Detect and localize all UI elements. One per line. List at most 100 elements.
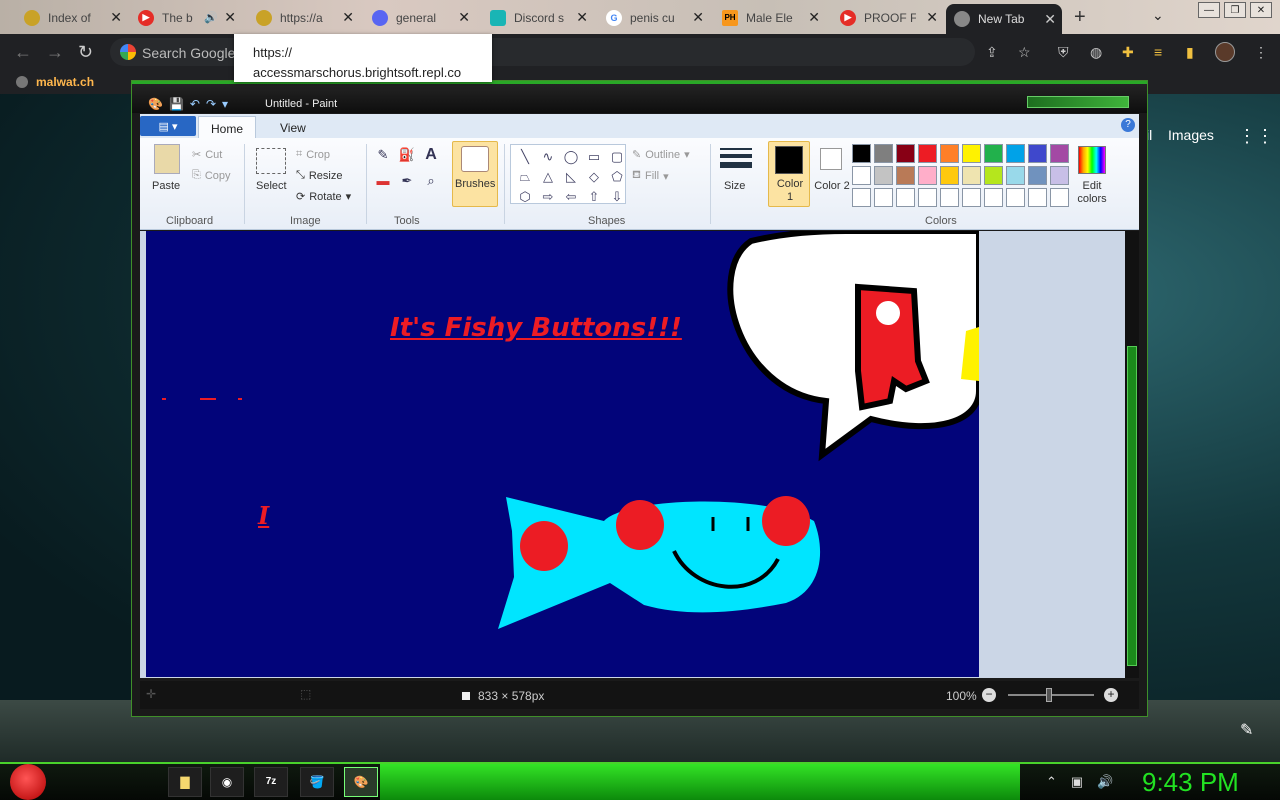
palette-swatch[interactable] (940, 166, 959, 185)
customize-pencil-icon[interactable]: ✎ (1240, 720, 1253, 740)
copy-button[interactable]: ⎘ Copy (192, 169, 231, 182)
diamond-shape-icon[interactable]: ◇ (584, 167, 604, 186)
palette-swatch[interactable] (896, 188, 915, 207)
paint-app-icon[interactable]: 🎨 (148, 97, 163, 111)
line-shape-icon[interactable]: ╲ (515, 147, 535, 166)
rotate-button[interactable]: ⟳ Rotate ▾ (296, 190, 351, 204)
text-tool-icon[interactable]: A (422, 146, 440, 164)
extension-flag-icon[interactable]: ◍ (1090, 44, 1102, 61)
bookmark-malwatch[interactable]: malwat.ch (16, 75, 94, 89)
close-icon[interactable]: ✕ (110, 9, 122, 26)
left-arrow-shape-icon[interactable]: ⇦ (561, 187, 581, 206)
palette-swatch[interactable] (1050, 166, 1069, 185)
palette-swatch[interactable] (896, 166, 915, 185)
close-icon[interactable]: ✕ (1044, 11, 1056, 28)
tab-youtube-1[interactable]: ▶ The b 🔊 ✕ (130, 4, 242, 31)
chrome-taskbar-icon[interactable]: ◉ (210, 767, 244, 797)
palette-swatch[interactable] (962, 144, 981, 163)
up-arrow-shape-icon[interactable]: ⇧ (584, 187, 604, 206)
color2-label[interactable]: Color 2 (812, 180, 852, 193)
palette-swatch[interactable] (874, 144, 893, 163)
tab-view[interactable]: View (268, 116, 318, 138)
magnifier-icon[interactable]: ⌕ (422, 172, 440, 190)
images-link[interactable]: Images (1168, 127, 1214, 143)
close-icon[interactable]: ✕ (342, 9, 354, 26)
tab-discord-general[interactable]: general ✕ (364, 4, 476, 31)
close-icon[interactable]: ✕ (692, 9, 704, 26)
tab-youtube-2[interactable]: ▶ PROOF F ✕ (832, 4, 944, 31)
speaker-icon[interactable]: 🔊 (204, 11, 218, 24)
forward-icon[interactable]: → (46, 42, 64, 63)
palette-swatch[interactable] (984, 144, 1003, 163)
paste-icon[interactable] (154, 144, 180, 174)
palette-swatch[interactable] (962, 188, 981, 207)
tray-expand-icon[interactable]: ⌃ (1046, 774, 1057, 790)
right-triangle-shape-icon[interactable]: ◺ (561, 167, 581, 186)
palette-swatch[interactable] (874, 166, 893, 185)
close-icon[interactable]: ✕ (224, 9, 236, 26)
palette-swatch[interactable] (984, 188, 1003, 207)
rectangle-shape-icon[interactable]: ▭ (584, 147, 604, 166)
file-explorer-icon[interactable]: ▇ (168, 767, 202, 797)
sidebar-icon[interactable]: ▮ (1186, 44, 1194, 61)
start-button-angry-bird-icon[interactable] (10, 764, 46, 800)
down-arrow-shape-icon[interactable]: ⇩ (607, 187, 627, 206)
back-icon[interactable]: ← (14, 42, 32, 63)
vertical-scrollbar[interactable] (1125, 231, 1139, 678)
file-menu-button[interactable]: ▤ ▾ (140, 116, 196, 136)
palette-swatch[interactable] (1050, 144, 1069, 163)
scrollbar-thumb[interactable] (1127, 346, 1137, 666)
palette-swatch[interactable] (1006, 144, 1025, 163)
rounded-rect-shape-icon[interactable]: ▢ (607, 147, 627, 166)
right-arrow-shape-icon[interactable]: ⇨ (538, 187, 558, 206)
pencil-icon[interactable]: ✎ (374, 146, 392, 164)
close-icon[interactable]: ✕ (926, 9, 938, 26)
edit-colors-icon[interactable] (1078, 146, 1106, 174)
select-icon[interactable] (256, 148, 286, 174)
palette-swatch[interactable] (918, 188, 937, 207)
size-button[interactable]: Size (724, 180, 745, 192)
curve-shape-icon[interactable]: ∿ (538, 147, 558, 166)
paint-window-controls[interactable] (1027, 96, 1129, 108)
customize-qat-icon[interactable]: ▾ (222, 97, 228, 111)
edit-colors-button[interactable]: Edit colors (1070, 180, 1114, 206)
paint-taskbar-icon[interactable]: 🎨 (344, 767, 378, 797)
color1-button[interactable]: Color 1 (768, 141, 810, 207)
palette-swatch[interactable] (984, 166, 1003, 185)
color2-swatch[interactable] (820, 148, 842, 170)
oval-shape-icon[interactable]: ◯ (561, 147, 581, 166)
palette-swatch[interactable] (940, 144, 959, 163)
tab-search-icon[interactable]: ⌄ (1152, 7, 1164, 24)
palette-swatch[interactable] (896, 144, 915, 163)
zoom-out-button[interactable]: − (982, 688, 996, 702)
palette-swatch[interactable] (874, 188, 893, 207)
tab-home[interactable]: Home (198, 116, 257, 138)
palette-swatch[interactable] (918, 166, 937, 185)
palette-swatch[interactable] (918, 144, 937, 163)
redo-icon[interactable]: ↷ (206, 97, 216, 111)
tab-https[interactable]: https://a ✕ (248, 4, 360, 31)
palette-swatch[interactable] (1028, 166, 1047, 185)
size-lines-icon[interactable] (720, 148, 752, 168)
palette-swatch[interactable] (852, 166, 871, 185)
tab-google-search[interactable]: G penis cu ✕ (598, 4, 710, 31)
color-picker-icon[interactable]: ✒ (398, 172, 416, 190)
polygon-shape-icon[interactable]: ⏢ (515, 167, 535, 186)
drawing-canvas[interactable]: It's Fishy Buttons!!! I (146, 231, 979, 677)
puzzle-icon[interactable]: ✚ (1122, 44, 1134, 61)
shapes-gallery[interactable]: ╲ ∿ ◯ ▭ ▢ ⏢ △ ◺ ◇ ⬠ ⬡ ⇨ ⇦ ⇧ ⇩ (510, 144, 626, 204)
reload-icon[interactable]: ↻ (78, 42, 93, 63)
eraser-icon[interactable]: ▬ (374, 172, 392, 190)
palette-swatch[interactable] (1006, 188, 1025, 207)
palette-swatch[interactable] (940, 188, 959, 207)
help-icon[interactable]: ? (1121, 118, 1135, 132)
paste-button[interactable]: Paste (152, 180, 180, 192)
tab-index-of[interactable]: Index of ✕ (16, 4, 128, 31)
save-icon[interactable]: 💾 (169, 97, 184, 111)
network-icon[interactable]: ▣ (1071, 774, 1083, 790)
palette-swatch[interactable] (1028, 144, 1047, 163)
brushes-button[interactable]: Brushes (452, 141, 498, 207)
zoom-in-button[interactable]: + (1104, 688, 1118, 702)
cut-button[interactable]: ✂ Cut (192, 148, 222, 162)
taskbar-clock[interactable]: 9:43 PM (1142, 767, 1239, 798)
